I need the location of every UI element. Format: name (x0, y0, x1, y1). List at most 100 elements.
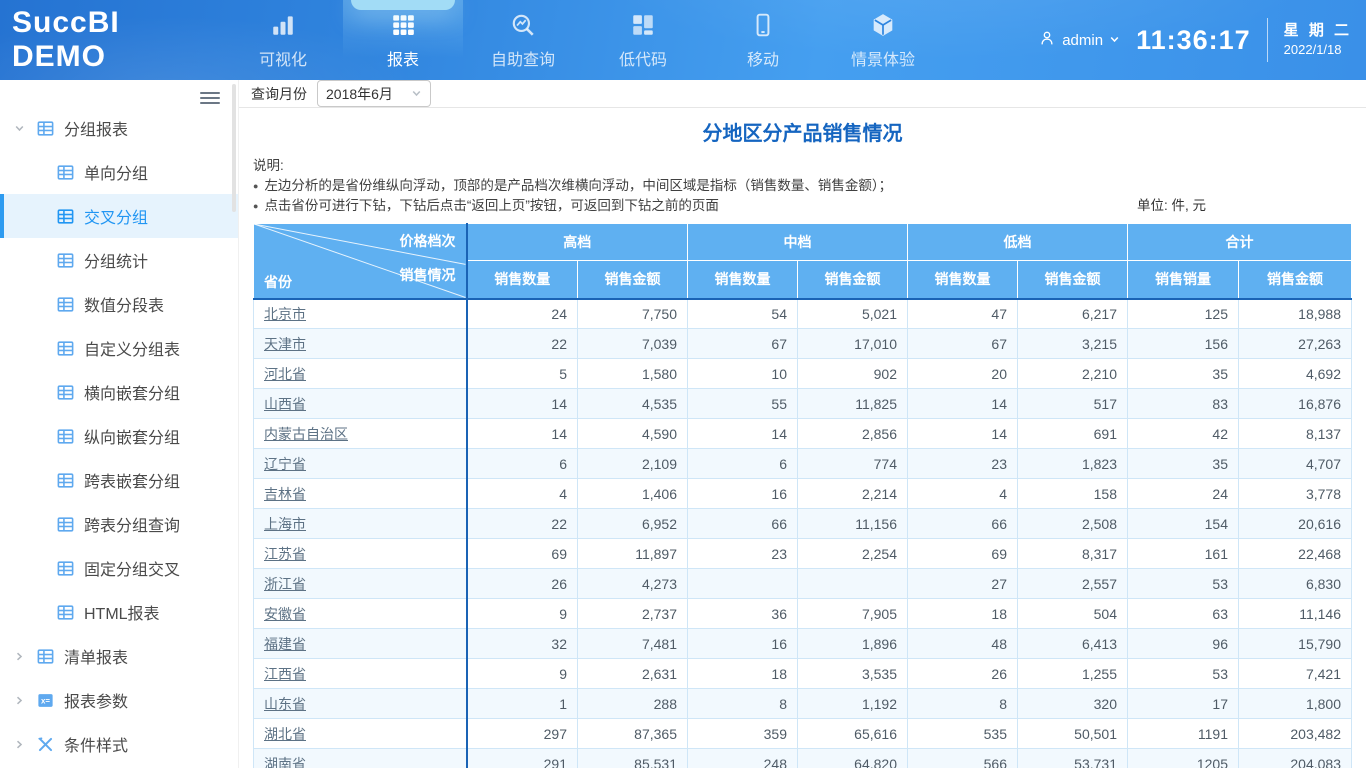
province-link[interactable]: 浙江省 (264, 576, 306, 592)
menu-toggle-icon[interactable] (200, 89, 220, 107)
value-cell: 6 (467, 449, 578, 479)
param-icon: x= (36, 691, 55, 710)
value-cell: 20 (908, 359, 1018, 389)
sidebar-item[interactable]: 纵向嵌套分组 (0, 414, 238, 458)
value-cell: 66 (908, 509, 1018, 539)
sidebar-item[interactable]: 跨表分组查询 (0, 502, 238, 546)
table-row: 河北省51,58010902202,210354,692 (254, 359, 1352, 389)
value-cell: 11,897 (578, 539, 688, 569)
nav-item-visualization[interactable]: 可视化 (223, 0, 343, 80)
column-group-header: 中档 (688, 224, 908, 261)
sidebar-item[interactable]: 固定分组交叉 (0, 546, 238, 590)
sidebar-item[interactable]: 跨表嵌套分组 (0, 458, 238, 502)
top-nav-bar: SuccBI DEMO 可视化报表自助查询低代码移动情景体验 admin 11:… (0, 0, 1366, 80)
report-table-icon (390, 11, 416, 39)
value-cell: 27 (908, 569, 1018, 599)
value-cell: 2,737 (578, 599, 688, 629)
sidebar-item[interactable]: 单向分组 (0, 150, 238, 194)
sidebar-item[interactable]: 数值分段表 (0, 282, 238, 326)
clock: 11:36:17 (1136, 25, 1251, 56)
search-analytics-icon (510, 11, 536, 39)
province-link[interactable]: 内蒙古自治区 (264, 426, 348, 442)
nav-item-reports[interactable]: 报表 (343, 0, 463, 80)
value-cell: 16 (688, 479, 798, 509)
province-link[interactable]: 河北省 (264, 366, 306, 382)
table-row: 湖南省29185,53124864,82056653,7311205204,08… (254, 749, 1352, 768)
nav-item-label: 报表 (387, 46, 419, 70)
nav-item-self-service-query[interactable]: 自助查询 (463, 0, 583, 80)
value-cell: 248 (688, 749, 798, 768)
value-cell: 35 (1128, 359, 1239, 389)
corner-header-cell: 价格档次销售情况省份 (254, 224, 467, 299)
sidebar-group-label: 报表参数 (64, 688, 128, 712)
value-cell: 774 (798, 449, 908, 479)
province-link[interactable]: 山西省 (264, 396, 306, 412)
sidebar: 分组报表单向分组交叉分组分组统计数值分段表自定义分组表横向嵌套分组纵向嵌套分组跨… (0, 80, 239, 768)
value-cell: 4,692 (1239, 359, 1352, 389)
value-cell: 1,823 (1018, 449, 1128, 479)
value-cell: 54 (688, 299, 798, 329)
value-cell: 320 (1018, 689, 1128, 719)
table-row: 湖北省29787,36535965,61653550,5011191203,48… (254, 719, 1352, 749)
value-cell: 16 (688, 629, 798, 659)
value-cell: 11,156 (798, 509, 908, 539)
sidebar-item[interactable]: 分组统计 (0, 238, 238, 282)
sidebar-item[interactable]: 交叉分组 (0, 194, 238, 238)
province-link[interactable]: 江苏省 (264, 546, 306, 562)
sidebar-item[interactable]: 自定义分组表 (0, 326, 238, 370)
note-line: ●左边分析的是省份维纵向浮动，顶部的是产品档次维横向浮动，中间区域是指标（销售数… (253, 176, 1352, 196)
province-link[interactable]: 福建省 (264, 636, 306, 652)
province-link[interactable]: 山东省 (264, 696, 306, 712)
value-cell: 67 (688, 329, 798, 359)
province-link[interactable]: 安徽省 (264, 606, 306, 622)
table-row: 江西省92,631183,535261,255537,421 (254, 659, 1352, 689)
value-cell: 6,413 (1018, 629, 1128, 659)
value-cell: 3,215 (1018, 329, 1128, 359)
low-code-blocks-icon (630, 11, 656, 39)
sidebar-item-label: 跨表嵌套分组 (84, 468, 180, 492)
province-link[interactable]: 天津市 (264, 336, 306, 352)
value-cell: 8,317 (1018, 539, 1128, 569)
nav-item-scenario[interactable]: 情景体验 (823, 0, 943, 80)
nav-item-label: 低代码 (619, 46, 667, 70)
table-icon (56, 383, 75, 402)
sidebar-item[interactable]: HTML报表 (0, 590, 238, 634)
province-link[interactable]: 江西省 (264, 666, 306, 682)
sidebar-group-list-reports[interactable]: 清单报表 (0, 634, 238, 678)
nav-item-label: 情景体验 (851, 46, 915, 70)
province-link[interactable]: 辽宁省 (264, 456, 306, 472)
sidebar-group-report-params[interactable]: x= 报表参数 (0, 678, 238, 722)
value-cell: 26 (908, 659, 1018, 689)
weekday: 星 期 二 (1284, 21, 1352, 41)
report-notes: 说明: ●左边分析的是省份维纵向浮动，顶部的是产品档次维横向浮动，中间区域是指标… (253, 156, 1352, 216)
province-link[interactable]: 上海市 (264, 516, 306, 532)
value-cell: 7,905 (798, 599, 908, 629)
value-cell: 203,482 (1239, 719, 1352, 749)
nav-item-mobile[interactable]: 移动 (703, 0, 823, 80)
province-link[interactable]: 湖北省 (264, 726, 306, 742)
sidebar-group-conditional-styles[interactable]: 条件样式 (0, 722, 238, 766)
user-menu[interactable]: admin (1038, 29, 1120, 51)
value-cell: 291 (467, 749, 578, 768)
sidebar-item[interactable]: 横向嵌套分组 (0, 370, 238, 414)
province-link[interactable]: 北京市 (264, 306, 306, 322)
divider (1267, 18, 1268, 62)
value-cell: 1,580 (578, 359, 688, 389)
nav-item-low-code[interactable]: 低代码 (583, 0, 703, 80)
value-cell: 2,210 (1018, 359, 1128, 389)
chevron-right-icon (14, 739, 36, 750)
sidebar-group-grouped-reports[interactable]: 分组报表 (0, 106, 238, 150)
value-cell: 1,255 (1018, 659, 1128, 689)
table-row: 北京市247,750545,021476,21712518,988 (254, 299, 1352, 329)
value-cell: 4,590 (578, 419, 688, 449)
value-cell: 65,616 (798, 719, 908, 749)
value-cell: 14 (908, 389, 1018, 419)
month-select[interactable]: 2018年6月 (317, 80, 431, 107)
sub-column-header: 销售数量 (467, 261, 578, 299)
unit-label: 单位: 件, 元 (1137, 196, 1206, 216)
province-link[interactable]: 湖南省 (264, 756, 306, 768)
column-group-header: 低档 (908, 224, 1128, 261)
value-cell: 1,192 (798, 689, 908, 719)
table-row: 天津市227,0396717,010673,21515627,263 (254, 329, 1352, 359)
province-link[interactable]: 吉林省 (264, 486, 306, 502)
